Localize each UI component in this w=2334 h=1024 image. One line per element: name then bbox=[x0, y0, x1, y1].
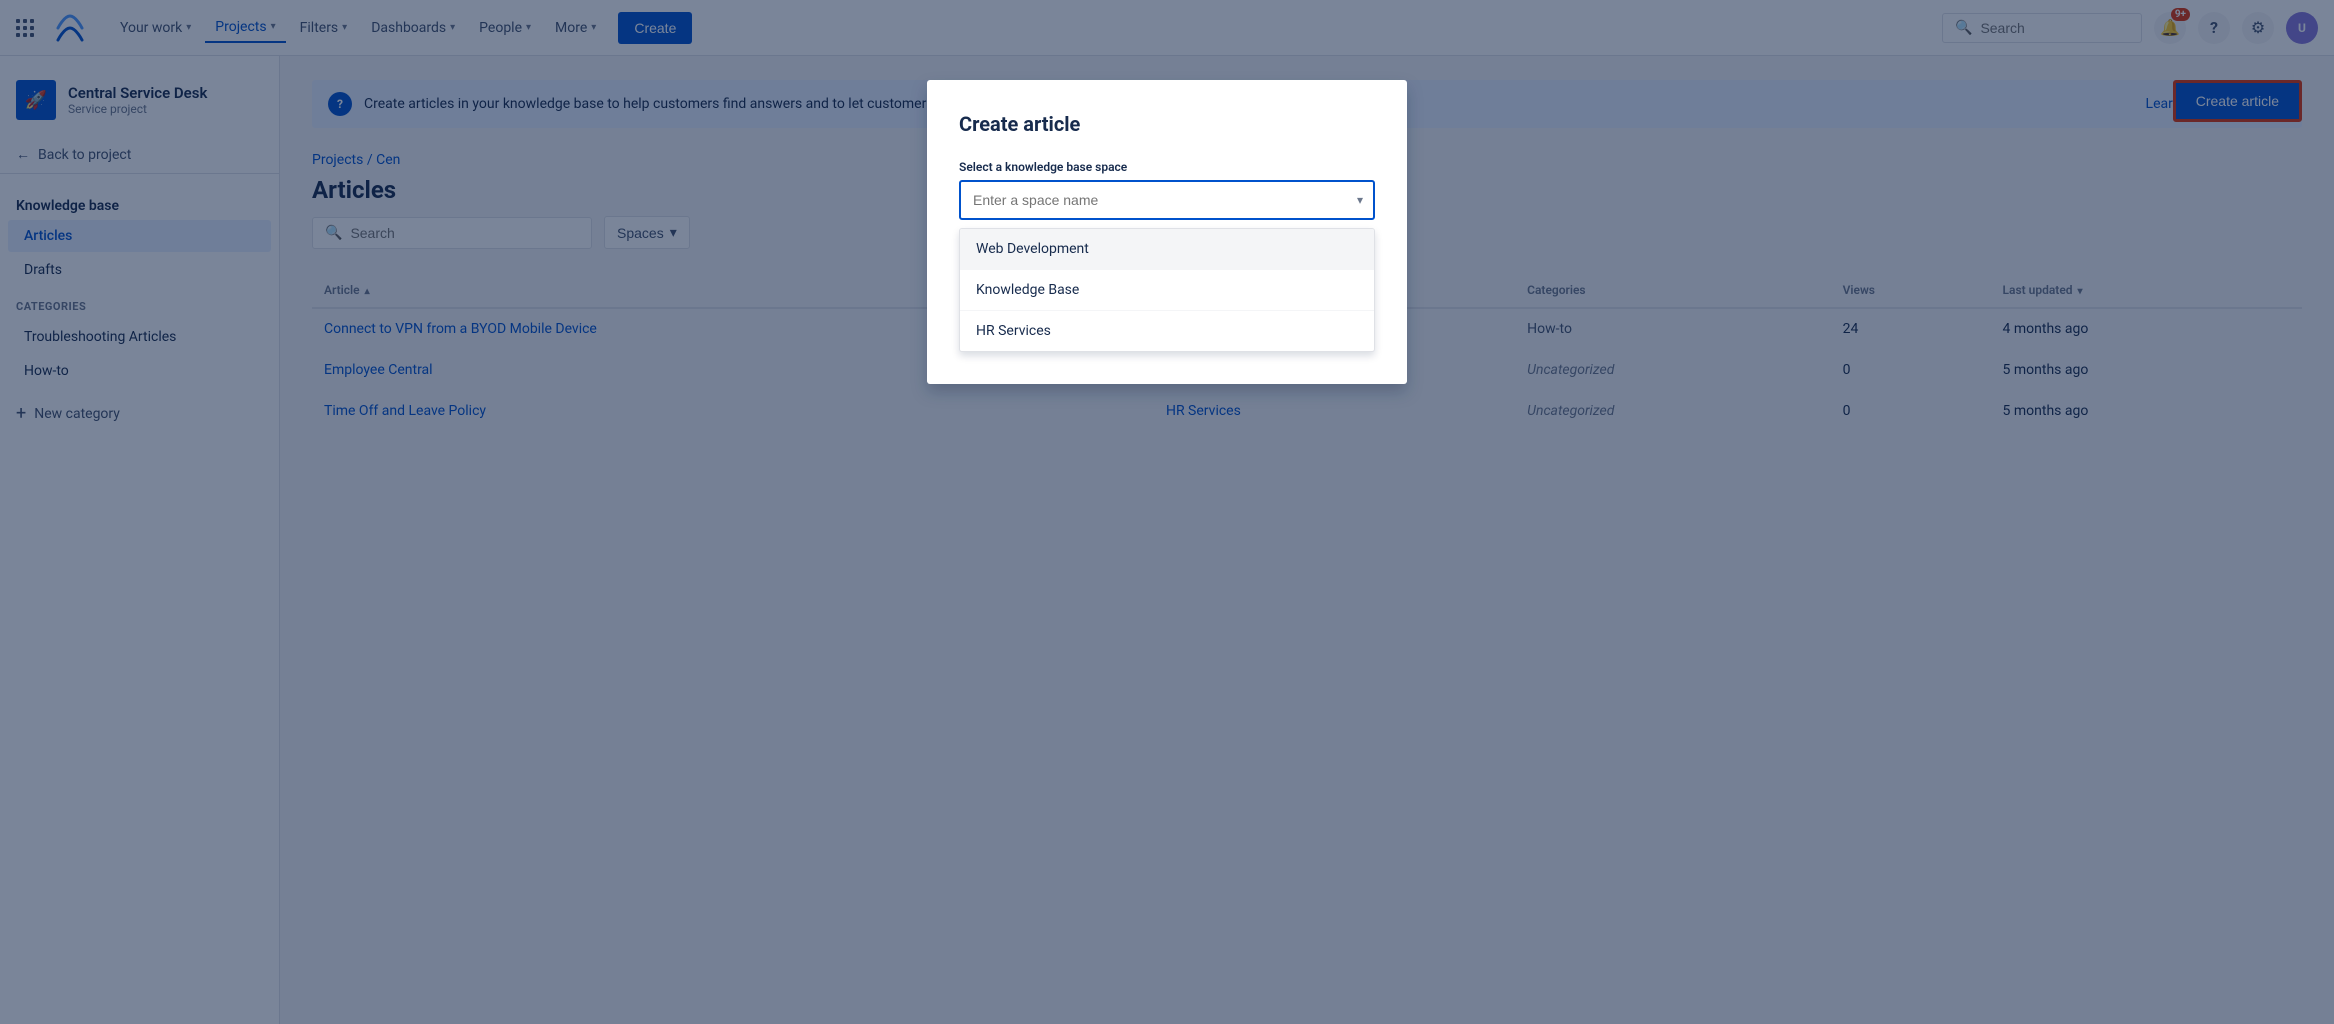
modal-overlay[interactable]: Create article Select a knowledge base s… bbox=[0, 0, 2334, 1024]
space-select-wrapper: ▾ bbox=[959, 180, 1375, 220]
modal-label: Select a knowledge base space bbox=[959, 160, 1375, 174]
space-dropdown: Web Development Knowledge Base HR Servic… bbox=[959, 228, 1375, 352]
modal-title: Create article bbox=[959, 112, 1375, 136]
dropdown-option-web-development[interactable]: Web Development bbox=[960, 229, 1374, 270]
create-article-modal: Create article Select a knowledge base s… bbox=[927, 80, 1407, 384]
dropdown-option-knowledge-base[interactable]: Knowledge Base bbox=[960, 270, 1374, 311]
space-name-input[interactable] bbox=[959, 180, 1375, 220]
dropdown-option-hr-services[interactable]: HR Services bbox=[960, 311, 1374, 351]
